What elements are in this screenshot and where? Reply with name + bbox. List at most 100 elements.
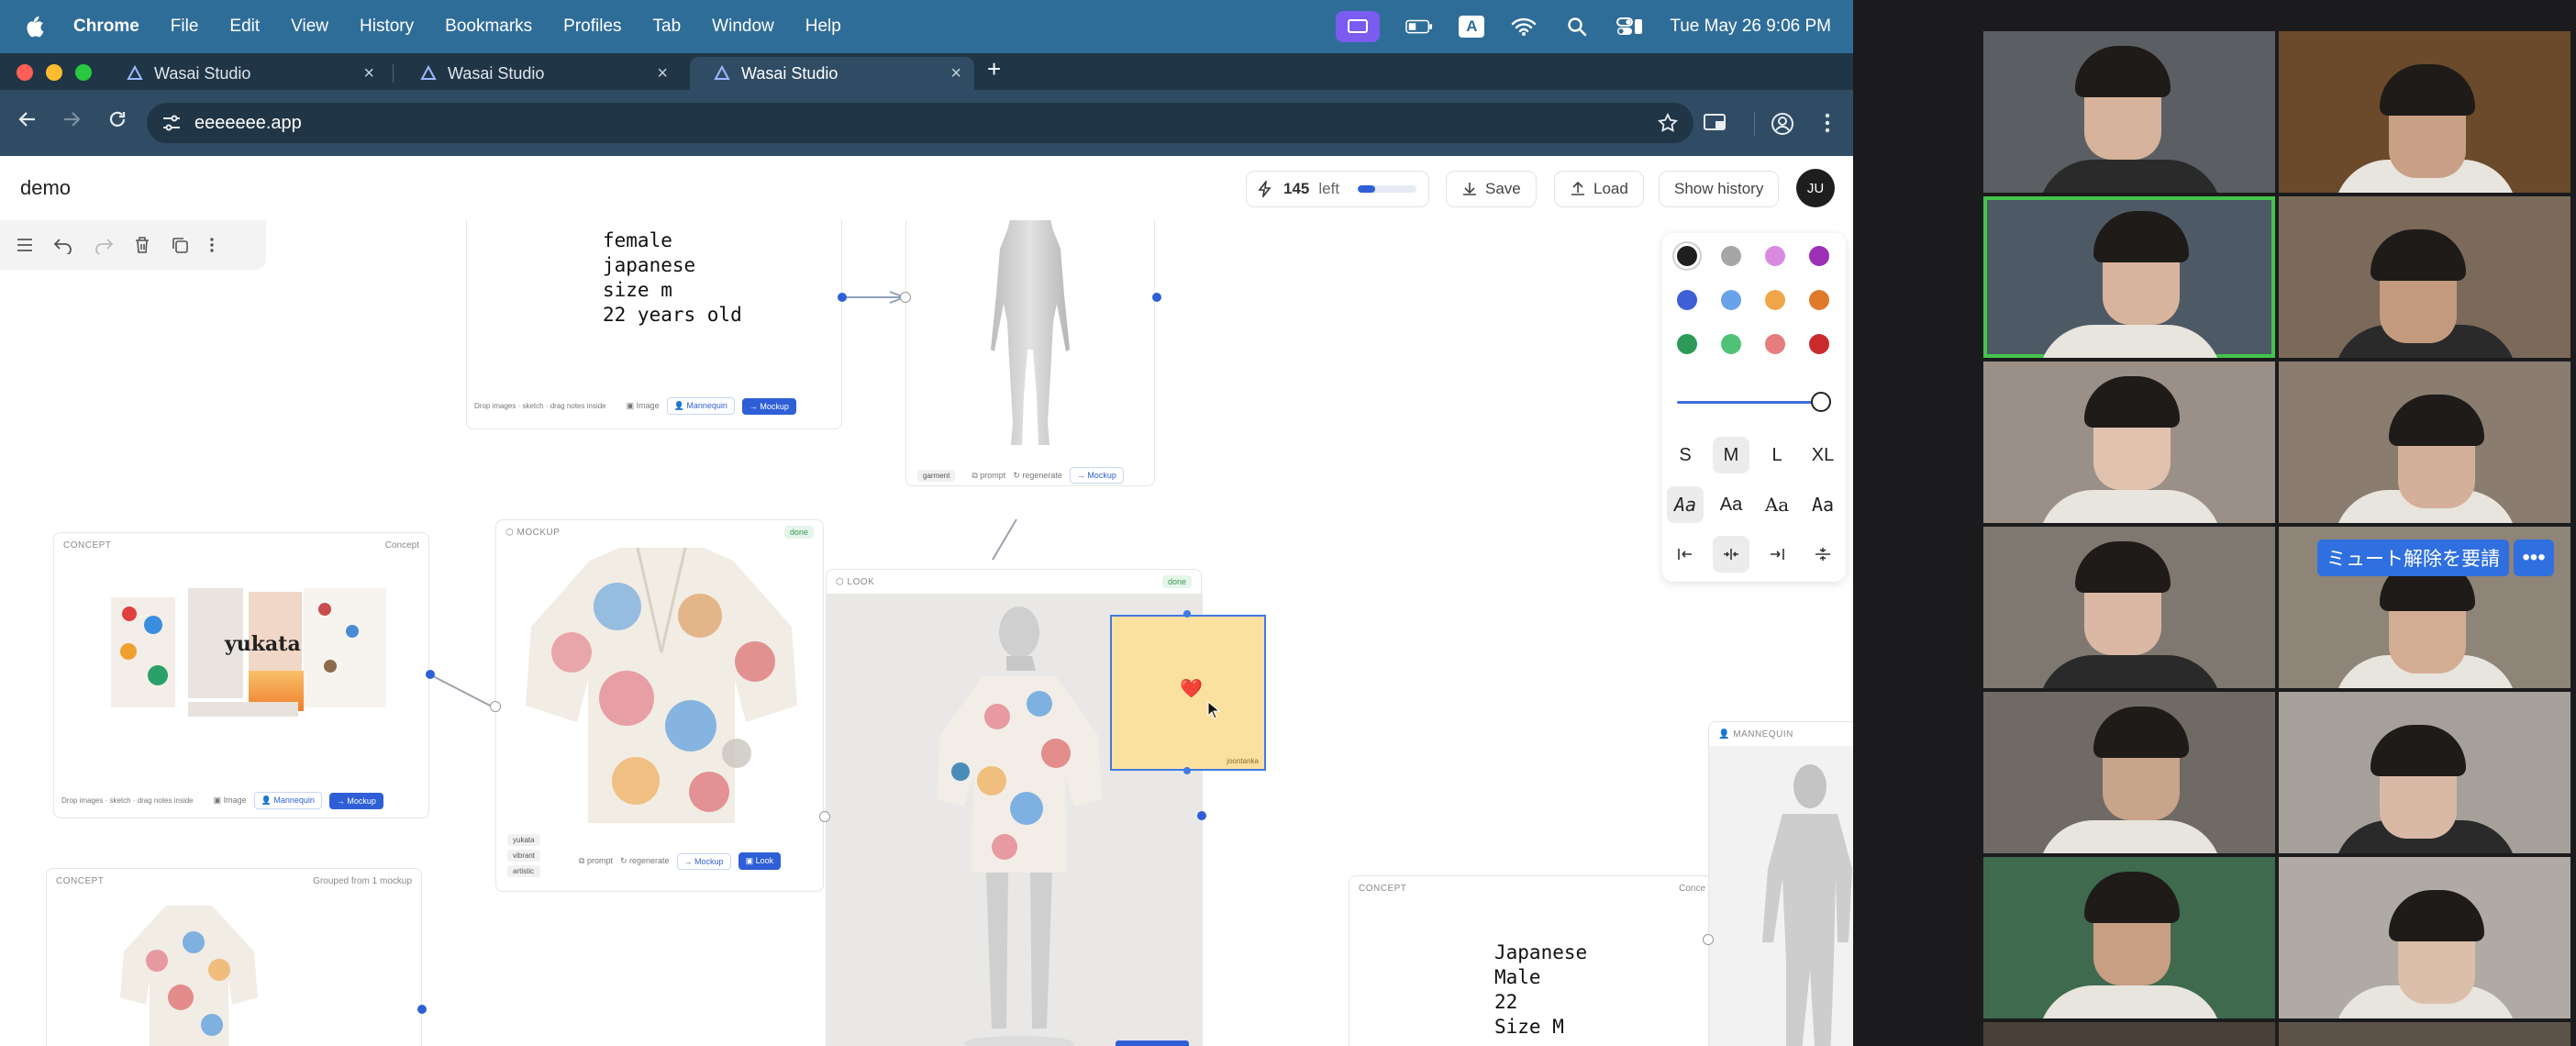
window-zoom-button[interactable] — [75, 64, 92, 81]
align-right-icon[interactable] — [1759, 536, 1795, 573]
color-swatch[interactable] — [1721, 290, 1741, 310]
participant-tile[interactable] — [1983, 527, 2275, 688]
participant-tile[interactable] — [2279, 857, 2570, 1018]
user-avatar[interactable]: JU — [1796, 169, 1835, 207]
window-minimize-button[interactable] — [46, 64, 62, 81]
garment-card[interactable]: garment ⧉ prompt ↻ regenerate → Mockup — [905, 220, 1155, 486]
menu-window[interactable]: Window — [712, 17, 774, 37]
control-center-icon[interactable] — [1616, 15, 1644, 39]
participant-tile[interactable] — [1983, 1022, 2275, 1046]
menubar-clock[interactable]: Tue May 26 9:06 PM — [1670, 17, 1831, 37]
browser-menu-icon[interactable] — [1824, 112, 1831, 139]
project-title[interactable]: demo — [20, 176, 71, 200]
undo-icon[interactable] — [53, 236, 73, 254]
wifi-icon[interactable] — [1510, 15, 1538, 39]
menu-bookmarks[interactable]: Bookmarks — [445, 17, 532, 37]
garment-output-handle[interactable] — [1152, 293, 1161, 302]
look-selection-button[interactable] — [1116, 1040, 1189, 1046]
color-swatch[interactable] — [1721, 334, 1741, 354]
align-center-icon[interactable] — [1713, 536, 1749, 573]
request-unmute-button[interactable]: ミュート解除を要請 — [2317, 540, 2509, 576]
mockup-button[interactable]: → Mockup — [328, 792, 383, 809]
color-swatch[interactable] — [1677, 246, 1697, 266]
resize-handle[interactable] — [1183, 767, 1191, 774]
participant-tile[interactable] — [1983, 362, 2275, 523]
screen-share-icon[interactable] — [1336, 11, 1381, 42]
concept-output-handle[interactable] — [426, 670, 435, 679]
mannequin-button[interactable]: 👤 Mannequin — [666, 397, 735, 415]
resize-handle[interactable] — [1183, 610, 1191, 618]
concept-card-grouped[interactable]: CONCEPT Grouped from 1 mockup — [46, 868, 422, 1046]
address-bar[interactable]: eeeeeee.app — [147, 103, 1693, 143]
stroke-width-slider[interactable] — [1677, 391, 1831, 413]
new-tab-button[interactable]: + — [987, 55, 1001, 83]
redo-icon[interactable] — [94, 236, 114, 254]
participant-tile[interactable] — [2279, 362, 2570, 523]
browser-tab-1[interactable]: Wasai Studio × — [103, 57, 387, 90]
participant-tile-active-speaker[interactable] — [1983, 196, 2275, 358]
prompt-button[interactable]: ⧉ prompt — [972, 471, 1005, 481]
color-swatch[interactable] — [1765, 246, 1785, 266]
search-icon[interactable] — [1563, 15, 1591, 39]
prompt-note-card[interactable]: female japanese size m 22 years old Drop… — [466, 220, 842, 429]
participant-tile[interactable] — [1983, 857, 2275, 1018]
mockup-card[interactable]: ⬡ MOCKUP done yukata vibrant artistic ⧉ … — [495, 519, 824, 892]
menu-file[interactable]: File — [171, 17, 199, 37]
mockup-button[interactable]: → Mockup — [676, 852, 731, 870]
font-option-handwritten[interactable]: Aa — [1667, 486, 1704, 523]
design-canvas[interactable]: female japanese size m 22 years old Drop… — [0, 220, 1853, 1046]
trash-icon[interactable] — [134, 236, 150, 254]
mannequin-button[interactable]: 👤 Mannequin — [253, 792, 322, 809]
garment-input-handle[interactable] — [900, 292, 911, 303]
input-source-icon[interactable]: A — [1459, 16, 1485, 38]
menu-view[interactable]: View — [291, 17, 328, 37]
participant-tile[interactable] — [2279, 31, 2570, 193]
participant-tile[interactable] — [2279, 1022, 2570, 1046]
menu-chrome[interactable]: Chrome — [73, 17, 139, 37]
participant-tile[interactable] — [2279, 692, 2570, 853]
media-router-icon[interactable] — [1703, 112, 1727, 139]
font-option-serif[interactable]: Aa — [1759, 486, 1795, 523]
prompt-button[interactable]: ⧉ prompt — [579, 856, 613, 866]
bookmark-star-icon[interactable] — [1657, 112, 1679, 134]
font-option-mono[interactable]: Aa — [1804, 486, 1841, 523]
color-swatch[interactable] — [1809, 246, 1829, 266]
menu-tab[interactable]: Tab — [653, 17, 682, 37]
color-swatch[interactable] — [1721, 246, 1741, 266]
show-history-button[interactable]: Show history — [1659, 171, 1780, 207]
size-option-m[interactable]: M — [1713, 437, 1749, 473]
browser-tab-3-active[interactable]: Wasai Studio × — [690, 57, 974, 90]
mockup-button[interactable]: → Mockup — [741, 397, 796, 415]
prompt-output-handle[interactable] — [838, 293, 847, 302]
reload-icon[interactable] — [106, 108, 128, 137]
color-swatch[interactable] — [1765, 290, 1785, 310]
battery-icon[interactable] — [1405, 15, 1433, 39]
forward-arrow-icon[interactable] — [61, 108, 83, 137]
duplicate-icon[interactable] — [171, 236, 189, 254]
tab-close-icon[interactable]: × — [657, 63, 668, 84]
participant-tile[interactable] — [1983, 31, 2275, 193]
slider-thumb[interactable] — [1811, 392, 1831, 412]
concept2-output-handle[interactable] — [417, 1005, 427, 1014]
color-swatch[interactable] — [1765, 334, 1785, 354]
size-option-xl[interactable]: XL — [1804, 437, 1841, 473]
menu-icon[interactable] — [17, 238, 33, 252]
mannequin-card[interactable]: 👤 MANNEQUIN — [1708, 721, 1853, 1046]
regenerate-button[interactable]: ↻ regenerate — [620, 856, 670, 866]
regenerate-button[interactable]: ↻ regenerate — [1013, 471, 1062, 481]
menu-help[interactable]: Help — [805, 17, 841, 37]
menu-edit[interactable]: Edit — [229, 17, 260, 37]
profile-icon[interactable] — [1771, 112, 1794, 140]
color-swatch[interactable] — [1809, 334, 1829, 354]
align-middle-icon[interactable] — [1804, 536, 1841, 573]
tab-close-icon[interactable]: × — [363, 63, 374, 84]
apple-icon[interactable] — [24, 16, 44, 38]
image-upload-button[interactable]: ▣ Image — [627, 401, 660, 411]
color-swatch[interactable] — [1677, 290, 1697, 310]
align-left-icon[interactable] — [1667, 536, 1704, 573]
concept-card-text[interactable]: CONCEPT Conce Japanese Male 22 Size M — [1349, 875, 1715, 1046]
color-swatch[interactable] — [1809, 290, 1829, 310]
browser-tab-2[interactable]: Wasai Studio × — [396, 57, 681, 90]
tab-close-icon[interactable]: × — [950, 63, 961, 84]
menu-history[interactable]: History — [360, 17, 414, 37]
